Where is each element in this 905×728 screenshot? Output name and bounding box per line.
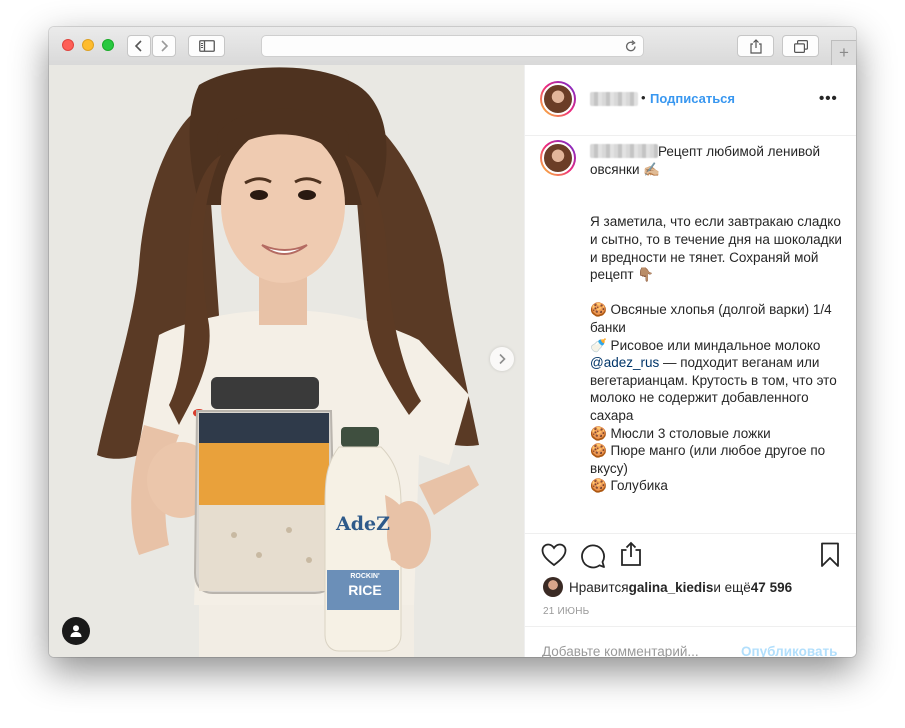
chevron-right-icon xyxy=(161,40,169,52)
caption-title-line2: овсянки ✍🏼 xyxy=(590,161,661,177)
chevron-left-icon xyxy=(134,40,142,52)
author-username-blurred[interactable] xyxy=(590,92,638,106)
forward-button[interactable] xyxy=(152,35,176,57)
browser-toolbar: + xyxy=(49,27,856,66)
share-button[interactable] xyxy=(737,35,774,57)
caption-paragraph: Я заметила, что если завтракаю сладко и … xyxy=(590,214,842,283)
caption-title-line1: Рецепт любимой ленивой xyxy=(658,144,821,159)
comment-icon[interactable] xyxy=(580,543,606,569)
next-photo-button[interactable] xyxy=(490,347,514,371)
bottle-variant-2: RICE xyxy=(348,582,382,598)
back-button[interactable] xyxy=(127,35,151,57)
like-heart-icon[interactable] xyxy=(541,543,567,567)
reload-icon[interactable] xyxy=(625,40,637,53)
user-icon xyxy=(70,625,82,637)
share-post-icon[interactable] xyxy=(620,541,642,567)
chevron-right-icon xyxy=(499,353,506,365)
liker-avatar[interactable] xyxy=(543,577,563,597)
address-bar[interactable] xyxy=(261,35,644,57)
tagged-users-button[interactable] xyxy=(62,617,90,645)
post-caption: Рецепт любимой ленивой овсянки ✍🏼 Я заме… xyxy=(590,143,845,523)
caption-ingredient-mango: 🍪 Пюре манго (или любое другое по вкусу) xyxy=(590,443,826,476)
zoom-window-button[interactable] xyxy=(102,39,114,51)
minimize-window-button[interactable] xyxy=(82,39,94,51)
share-icon xyxy=(749,38,762,54)
caption-ingredient-oats: 🍪 Овсяные хлопья (долгой варки) 1/4 банк… xyxy=(590,302,832,335)
sidebar-icon xyxy=(198,40,215,52)
bookmark-icon[interactable] xyxy=(820,542,840,568)
caption-author-avatar[interactable] xyxy=(540,140,576,176)
likes-summary: Нравится galina_kiedis и ещё 47 596 xyxy=(543,577,792,597)
author-avatar[interactable] xyxy=(540,81,576,117)
post-header: • Подписаться ••• xyxy=(525,65,856,136)
bottle-variant-1: ROCKIN' xyxy=(350,573,380,580)
mention-link[interactable]: @adez_rus xyxy=(590,355,659,370)
post-image xyxy=(49,65,524,657)
post-date[interactable]: 21 ИЮНЬ xyxy=(543,606,589,617)
caption-ingredient-muesli: 🍪 Мюсли 3 столовые ложки xyxy=(590,425,771,441)
more-options-button[interactable]: ••• xyxy=(819,90,838,107)
comment-bar: Добавьте комментарий... Опубликовать xyxy=(525,626,856,657)
bottle-brand: AdeZ xyxy=(336,513,390,535)
post-sidebar: • Подписаться ••• Рецепт любимой ленивой… xyxy=(524,65,856,657)
caption-ingredient-milk: 🍼 Рисовое или миндальное молоко @adez_ru… xyxy=(590,337,837,423)
tabs-overview-button[interactable] xyxy=(782,35,819,57)
post-photo[interactable]: AdeZ ROCKIN' RICE xyxy=(49,65,524,657)
follow-button[interactable]: Подписаться xyxy=(650,91,735,106)
comment-input[interactable]: Добавьте комментарий... xyxy=(542,644,699,657)
header-separator: • xyxy=(641,90,646,105)
sidebar-button[interactable] xyxy=(188,35,225,57)
publish-comment-button[interactable]: Опубликовать xyxy=(741,644,837,657)
liker-username[interactable]: galina_kiedis xyxy=(629,580,714,595)
browser-window: + AdeZ ROCKIN' RICE • Подписаться ••• Ре… xyxy=(49,27,856,657)
likes-count[interactable]: 47 596 xyxy=(751,580,792,595)
actions-divider xyxy=(525,533,856,535)
tabs-icon xyxy=(793,39,808,53)
new-tab-button[interactable]: + xyxy=(831,40,856,66)
close-window-button[interactable] xyxy=(62,39,74,51)
caption-ingredient-blueberry: 🍪 Голубика xyxy=(590,478,668,494)
